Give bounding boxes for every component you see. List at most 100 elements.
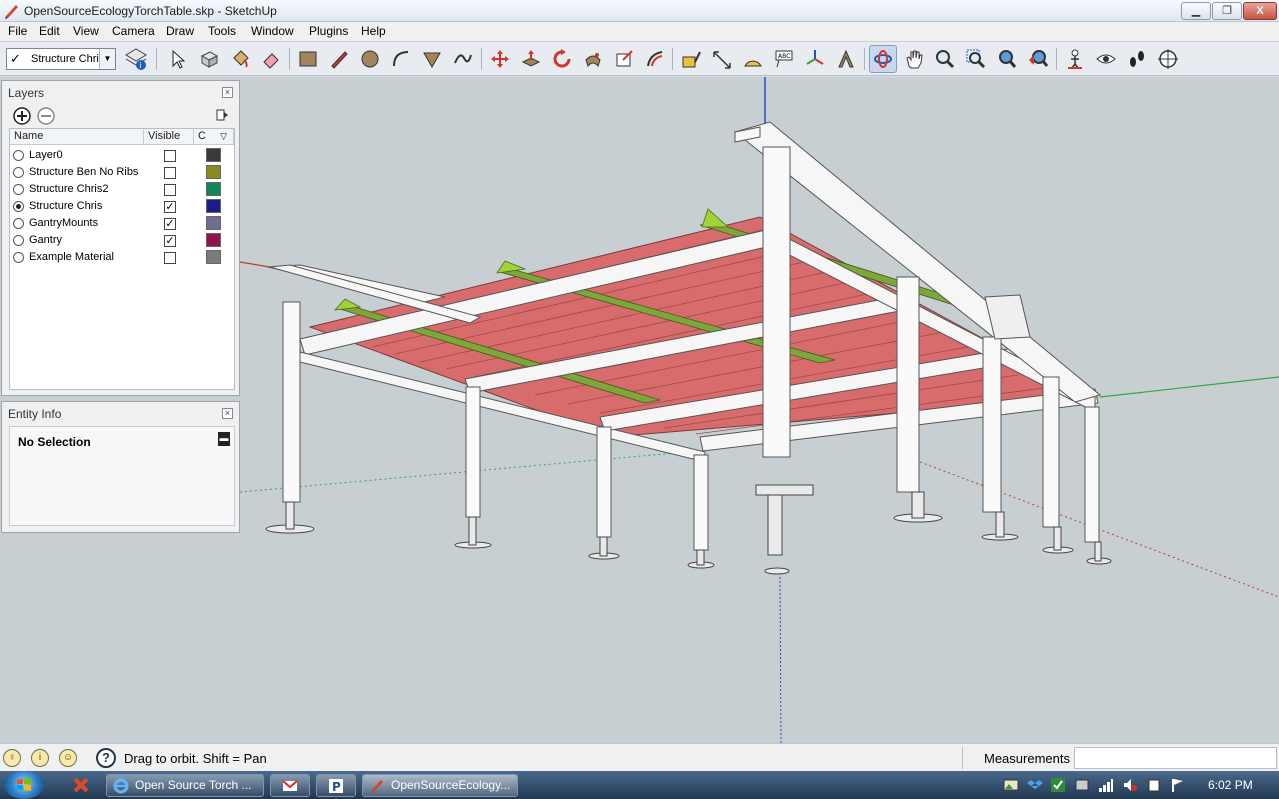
pan-tool-button[interactable] bbox=[900, 45, 928, 73]
visible-checkbox[interactable]: ✓ bbox=[164, 235, 176, 247]
visible-checkbox[interactable]: ✓ bbox=[164, 218, 176, 230]
select-tool-button[interactable] bbox=[164, 45, 192, 73]
layer-row[interactable]: Layer0 bbox=[10, 147, 234, 164]
active-layer-radio[interactable] bbox=[13, 167, 24, 178]
layer-color-swatch[interactable] bbox=[206, 233, 221, 247]
menu-help[interactable]: Help bbox=[358, 24, 389, 38]
menu-camera[interactable]: Camera bbox=[109, 24, 158, 38]
geo-location-icon[interactable]: ♀ bbox=[3, 749, 21, 767]
start-button[interactable] bbox=[4, 771, 44, 799]
visible-checkbox[interactable] bbox=[164, 167, 176, 179]
add-layer-icon[interactable] bbox=[13, 107, 31, 125]
menu-view[interactable]: View bbox=[70, 24, 102, 38]
col-color-header[interactable]: C ▽ bbox=[194, 129, 234, 145]
offset-tool-button[interactable] bbox=[641, 45, 669, 73]
active-layer-radio[interactable] bbox=[13, 150, 24, 161]
dropbox-icon[interactable] bbox=[1027, 777, 1043, 793]
active-layer-radio[interactable] bbox=[13, 184, 24, 195]
active-layer-radio[interactable] bbox=[13, 218, 24, 229]
visible-checkbox[interactable] bbox=[164, 150, 176, 162]
close-button[interactable]: X bbox=[1243, 2, 1277, 20]
position-camera-tool-button[interactable] bbox=[1061, 45, 1089, 73]
paint-bucket-tool-button[interactable] bbox=[226, 45, 254, 73]
visible-checkbox[interactable] bbox=[164, 184, 176, 196]
scale-tool-button[interactable] bbox=[610, 45, 638, 73]
layer-color-swatch[interactable] bbox=[206, 148, 221, 162]
help-icon[interactable]: ? bbox=[96, 748, 116, 768]
eraser-tool-button[interactable] bbox=[257, 45, 285, 73]
power-icon[interactable] bbox=[1146, 777, 1162, 793]
zoom-extents-tool-button[interactable] bbox=[993, 45, 1021, 73]
taskbar-app-browser[interactable]: Open Source Torch ... bbox=[106, 774, 264, 797]
zoom-tool-button[interactable] bbox=[931, 45, 959, 73]
active-layer-radio[interactable] bbox=[13, 235, 24, 246]
measurements-input[interactable] bbox=[1074, 747, 1277, 769]
close-icon[interactable]: × bbox=[222, 408, 233, 419]
visible-checkbox[interactable]: ✓ bbox=[164, 201, 176, 213]
layer-row[interactable]: Structure Ben No Ribs bbox=[10, 164, 234, 181]
line-tool-button[interactable] bbox=[325, 45, 353, 73]
layer-color-swatch[interactable] bbox=[206, 165, 221, 179]
delete-layer-icon[interactable] bbox=[37, 107, 55, 125]
close-icon[interactable]: × bbox=[222, 87, 233, 98]
protractor-tool-button[interactable] bbox=[739, 45, 767, 73]
walk-tool-button[interactable] bbox=[1123, 45, 1151, 73]
dimension-tool-button[interactable] bbox=[708, 45, 736, 73]
menu-plugins[interactable]: Plugins bbox=[306, 24, 351, 38]
layer-manager-button[interactable]: i bbox=[122, 45, 150, 73]
section-plane-tool-button[interactable] bbox=[1154, 45, 1182, 73]
layer-row[interactable]: GantryMounts ✓ bbox=[10, 215, 234, 232]
menu-window[interactable]: Window bbox=[248, 24, 297, 38]
chevron-down-icon[interactable]: ▼ bbox=[99, 49, 115, 69]
tray-picture-icon[interactable] bbox=[1003, 777, 1019, 793]
minimize-button[interactable]: ▁ bbox=[1181, 2, 1211, 20]
push-pull-tool-button[interactable] bbox=[517, 45, 545, 73]
menu-edit[interactable]: Edit bbox=[36, 24, 63, 38]
sync-check-icon[interactable] bbox=[1050, 777, 1066, 793]
volume-muted-icon[interactable] bbox=[1122, 777, 1138, 793]
component-tool-button[interactable] bbox=[195, 45, 223, 73]
freehand-tool-button[interactable] bbox=[449, 45, 477, 73]
pinned-app-icon[interactable] bbox=[72, 776, 90, 794]
layer-row[interactable]: Gantry ✓ bbox=[10, 232, 234, 249]
restore-button[interactable]: ❐ bbox=[1212, 2, 1242, 20]
axes-tool-button[interactable] bbox=[801, 45, 829, 73]
col-visible-header[interactable]: Visible bbox=[144, 129, 194, 145]
rectangle-tool-button[interactable] bbox=[294, 45, 322, 73]
action-center-flag-icon[interactable] bbox=[1170, 777, 1186, 793]
orbit-tool-button[interactable] bbox=[869, 45, 897, 73]
layer-row[interactable]: Example Material bbox=[10, 249, 234, 266]
details-arrow-icon[interactable] bbox=[214, 107, 230, 123]
move-tool-button[interactable] bbox=[486, 45, 514, 73]
taskbar-app-gmail[interactable] bbox=[270, 774, 310, 797]
user-icon[interactable]: ☺ bbox=[59, 749, 77, 767]
active-layer-radio[interactable] bbox=[13, 252, 24, 263]
layer-color-swatch[interactable] bbox=[206, 250, 221, 264]
zoom-window-tool-button[interactable] bbox=[962, 45, 990, 73]
polygon-tool-button[interactable] bbox=[418, 45, 446, 73]
active-layer-radio[interactable] bbox=[13, 201, 24, 212]
layer-row[interactable]: Structure Chris2 bbox=[10, 181, 234, 198]
arc-tool-button[interactable] bbox=[387, 45, 415, 73]
3d-text-tool-button[interactable] bbox=[832, 45, 860, 73]
taskbar-app-sketchup[interactable]: OpenSourceEcology... bbox=[362, 774, 518, 797]
layer-color-swatch[interactable] bbox=[206, 216, 221, 230]
follow-me-tool-button[interactable] bbox=[579, 45, 607, 73]
menu-tools[interactable]: Tools bbox=[205, 24, 239, 38]
collapse-toggle-icon[interactable]: ▬ bbox=[218, 432, 230, 446]
clock[interactable]: 6:02 PM bbox=[1208, 778, 1253, 792]
col-name-header[interactable]: Name bbox=[10, 129, 144, 145]
layer-row[interactable]: Structure Chris ✓ bbox=[10, 198, 234, 215]
layer-dropdown[interactable]: ✓ Structure Chris ▼ bbox=[6, 48, 116, 70]
taskbar-app-p[interactable]: P bbox=[316, 774, 356, 797]
text-tool-button[interactable]: ABC bbox=[770, 45, 798, 73]
signal-icon[interactable] bbox=[1098, 777, 1114, 793]
look-around-tool-button[interactable] bbox=[1092, 45, 1120, 73]
layer-color-swatch[interactable] bbox=[206, 182, 221, 196]
circle-tool-button[interactable] bbox=[356, 45, 384, 73]
tape-measure-tool-button[interactable] bbox=[677, 45, 705, 73]
device-icon[interactable] bbox=[1074, 777, 1090, 793]
previous-view-tool-button[interactable] bbox=[1024, 45, 1052, 73]
menu-file[interactable]: File bbox=[5, 24, 30, 38]
menu-draw[interactable]: Draw bbox=[163, 24, 197, 38]
